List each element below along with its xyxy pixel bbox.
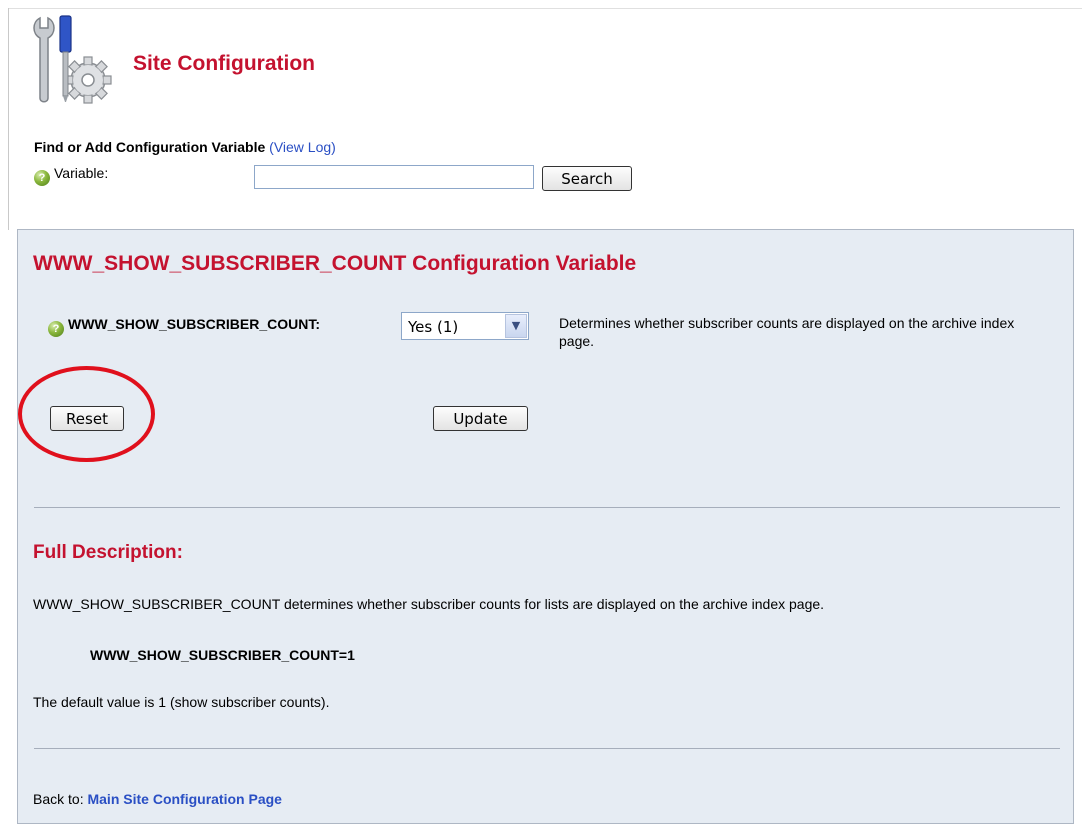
full-description-title: Full Description:	[33, 542, 183, 563]
update-button[interactable]: Update	[433, 406, 528, 431]
default-value-text: The default value is 1 (show subscriber …	[33, 694, 330, 710]
full-description-text: WWW_SHOW_SUBSCRIBER_COUNT determines whe…	[33, 596, 825, 612]
chevron-down-icon[interactable]: ▼	[505, 314, 527, 338]
find-variable-heading: Find or Add Configuration Variable (View…	[34, 139, 336, 155]
config-variable-label-row: ? WWW_SHOW_SUBSCRIBER_COUNT:	[48, 316, 320, 337]
variable-search-input[interactable]	[254, 165, 534, 189]
reset-button[interactable]: Reset	[50, 406, 124, 431]
select-value: Yes (1)	[408, 318, 459, 336]
find-heading-text: Find or Add Configuration Variable	[34, 139, 266, 155]
page-frame-left	[8, 8, 9, 230]
back-navigation: Back to: Main Site Configuration Page	[33, 791, 282, 807]
back-prefix: Back to:	[33, 791, 84, 807]
value-select[interactable]: Yes (1) ▼	[401, 312, 529, 340]
variable-label-row: ? Variable:	[34, 165, 108, 186]
panel-title: WWW_SHOW_SUBSCRIBER_COUNT Configuration …	[33, 252, 637, 275]
code-example: WWW_SHOW_SUBSCRIBER_COUNT=1	[90, 647, 355, 663]
help-icon[interactable]: ?	[34, 170, 50, 186]
search-button[interactable]: Search	[542, 166, 632, 191]
page-frame-top	[8, 8, 1082, 9]
page-title: Site Configuration	[133, 52, 315, 75]
short-description: Determines whether subscriber counts are…	[559, 315, 1015, 349]
tools-gear-icon	[33, 15, 112, 104]
help-icon[interactable]: ?	[48, 321, 64, 337]
variable-label: Variable:	[54, 165, 109, 181]
main-site-config-link[interactable]: Main Site Configuration Page	[87, 791, 281, 807]
divider	[34, 507, 1060, 508]
configuration-panel: WWW_SHOW_SUBSCRIBER_COUNT Configuration …	[17, 229, 1074, 824]
divider	[34, 748, 1060, 749]
view-log-link[interactable]: (View Log)	[269, 139, 336, 155]
config-variable-label: WWW_SHOW_SUBSCRIBER_COUNT:	[68, 316, 320, 332]
